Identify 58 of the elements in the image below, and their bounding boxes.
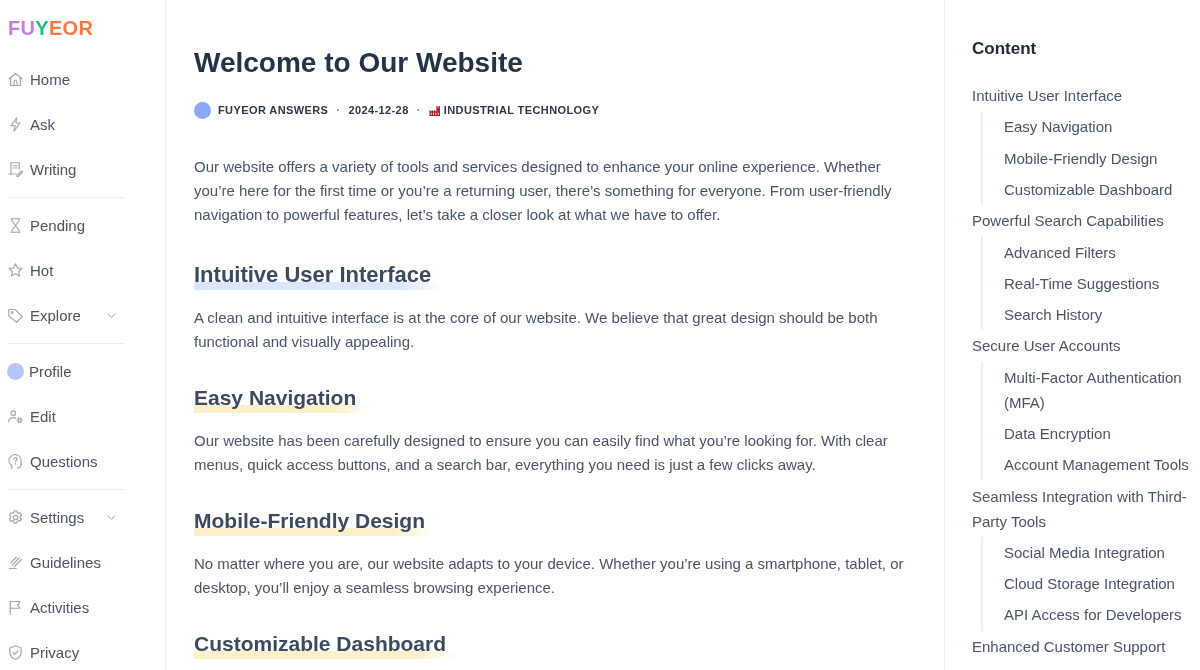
category-link[interactable]: INDUSTRIAL TECHNOLOGY: [428, 104, 600, 116]
user-gear-icon: [8, 409, 23, 424]
toc-sublink[interactable]: Advanced Filters: [1004, 236, 1116, 268]
article-title: Welcome to Our Website: [194, 46, 524, 80]
author-link[interactable]: FUYEOR ANSWERS: [194, 101, 329, 119]
nav-item[interactable]: Ask: [8, 102, 124, 147]
nav-item[interactable]: Settings: [8, 495, 124, 540]
separator-dot: ·: [416, 104, 421, 116]
nav-item[interactable]: Profile: [8, 349, 124, 394]
tag-icon: [8, 308, 23, 323]
chevron-down-icon: [107, 313, 116, 318]
nav-item[interactable]: Guidelines: [8, 540, 124, 585]
intro-paragraph: Our website offers a variety of tools and services designed to enhance your online experience. Whether you’re here for the first time or you’re a returning user, there’s something for everyone. From user-friendly navigation to powerful features, let’s take a closer look at what we have to offer.: [194, 157, 893, 225]
slash-lines-icon: [8, 555, 23, 570]
toc-sublink[interactable]: Cloud Storage Integration: [1004, 567, 1175, 600]
document-pencil-icon: [8, 162, 23, 177]
avatar-icon: [7, 363, 24, 380]
nav-item[interactable]: Explore: [8, 293, 124, 338]
lightning-icon: [8, 117, 23, 132]
nav-item[interactable]: Pending: [8, 203, 124, 248]
toc-sublink[interactable]: Account Management Tools: [1004, 449, 1189, 481]
toc-sublink[interactable]: Customizable Dashboard: [1004, 173, 1173, 206]
shield-check-icon: [8, 645, 23, 660]
factory-icon: [428, 104, 440, 116]
nav-item[interactable]: Edit: [8, 394, 124, 439]
toc-sublink[interactable]: Real-Time Suggestions: [1004, 267, 1160, 299]
toc-sublink[interactable]: Data Encryption: [1004, 417, 1111, 450]
nav-item[interactable]: Writing: [8, 147, 124, 192]
toc-link[interactable]: Enhanced Customer Support: [972, 630, 1166, 662]
nav-item[interactable]: Privacy: [8, 630, 124, 670]
question-head-icon: [8, 454, 23, 469]
nav-item[interactable]: Home: [8, 57, 124, 102]
avatar-icon: [194, 101, 211, 119]
section-paragraph: A clean and intuitive interface is at the core of our website. We believe that great design should be both functional and visually appealing.: [194, 308, 879, 352]
toc-sublink[interactable]: Multi-Factor Authentication (MFA): [1004, 361, 1195, 418]
toc-title: Content: [972, 38, 1038, 60]
toc-sublink[interactable]: Mobile-Friendly Design: [1004, 142, 1158, 174]
post-date: 2024-12-28: [348, 104, 409, 116]
toc-sublink[interactable]: Easy Navigation: [1004, 111, 1113, 143]
hourglass-icon: [8, 218, 23, 233]
star-icon: [8, 263, 23, 278]
section-paragraph: No matter where you are, our website adapts to your device. Whether you’re using a smartphone, tablet, or desktop, you’ll enjoy a seamless browsing experience.: [194, 554, 905, 598]
toc-link[interactable]: Intuitive User Interface: [972, 80, 1123, 112]
nav-item[interactable]: Hot: [8, 248, 124, 293]
home-icon: [8, 72, 23, 87]
section-paragraph: Our website has been carefully designed to ensure you can easily find what you’re looking for. With clear menus, quick access buttons, and a search bar, everything you need is just a few clicks away.: [194, 431, 889, 475]
nav-item[interactable]: Questions: [8, 439, 124, 484]
toc-sublink[interactable]: API Access for Developers: [1004, 599, 1182, 631]
toc-link[interactable]: Secure User Accounts: [972, 330, 1121, 362]
separator-dot: ·: [336, 104, 341, 116]
toc-sublink[interactable]: Social Media Integration: [1004, 536, 1165, 568]
nav-item[interactable]: Activities: [8, 585, 124, 630]
toc-link[interactable]: Seamless Integration with Third-Party Tools: [972, 480, 1195, 537]
flag-icon: [8, 600, 23, 615]
settings-icon: [8, 510, 23, 525]
toc-link[interactable]: Powerful Search Capabilities: [972, 205, 1164, 237]
chevron-down-icon: [107, 515, 116, 520]
toc-sublink[interactable]: Search History: [1004, 298, 1103, 331]
